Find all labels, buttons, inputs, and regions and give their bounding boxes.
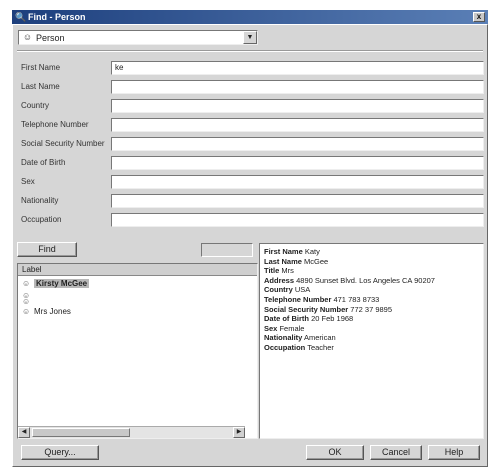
find-button[interactable]: Find [17, 242, 77, 257]
type-selector-value: Person [36, 33, 65, 43]
country-label: Country [21, 101, 50, 110]
person-icon: ☺ [22, 307, 31, 316]
help-button[interactable]: Help [428, 445, 480, 460]
status-field [201, 243, 253, 257]
horizontal-scrollbar[interactable]: ◀ ▶ [18, 426, 245, 438]
cancel-button[interactable]: Cancel [370, 445, 422, 460]
detail-key: Title [264, 266, 280, 276]
detail-key: Sex [264, 323, 278, 333]
telephone-number-field[interactable] [111, 118, 484, 132]
occupation-field[interactable] [111, 213, 484, 227]
list-item-label: Mrs Jones [34, 307, 71, 316]
window-titlebar[interactable]: 🔍 Find - Person x [12, 10, 488, 24]
scroll-left-icon[interactable]: ◀ [18, 427, 30, 438]
occupation-label: Occupation [21, 215, 62, 224]
list-item-label: Kirsty McGee [34, 279, 90, 288]
detail-value: McGee [304, 256, 329, 266]
country-field[interactable] [111, 99, 484, 113]
last-name-label: Last Name [21, 82, 60, 91]
detail-value: USA [294, 285, 311, 295]
list-item[interactable]: ☺ Mrs Jones [22, 306, 71, 318]
detail-key: Telephone Number [264, 294, 332, 304]
close-button[interactable]: x [473, 12, 485, 22]
person-icon: ☺ [22, 32, 33, 42]
detail-key: Country [264, 285, 293, 295]
detail-line: Telephone Number 471 783 8733 [264, 295, 479, 305]
person-details-panel: First Name Katy Last Name McGee Title Mr… [259, 243, 484, 439]
detail-value: Katy [304, 247, 320, 256]
social-security-number-field[interactable] [111, 137, 484, 151]
detail-line: Last Name McGee [264, 257, 479, 267]
detail-line: First Name Katy [264, 247, 479, 257]
date-of-birth-field[interactable] [111, 156, 484, 170]
detail-line: Occupation Teacher [264, 343, 479, 353]
detail-line: Date of Birth 20 Feb 1968 [264, 314, 479, 324]
detail-value: 20 Feb 1968 [311, 314, 354, 324]
detail-line: Country USA [264, 285, 479, 295]
detail-line: Sex Female [264, 324, 479, 334]
telephone-number-label: Telephone Number [21, 120, 89, 129]
detail-value: Mrs [281, 266, 294, 276]
detail-key: Date of Birth [264, 314, 309, 324]
detail-key: Address [264, 275, 295, 285]
detail-value: 471 783 8733 [333, 294, 380, 304]
detail-key: Occupation [264, 342, 306, 352]
detail-value: 4890 Sunset Blvd. Los Angeles CA 90207 [296, 275, 435, 285]
detail-value: Female [279, 323, 305, 333]
detail-line: Social Security Number 772 37 9895 [264, 305, 479, 315]
detail-line: Address 4890 Sunset Blvd. Los Angeles CA… [264, 276, 479, 286]
detail-key: Nationality [264, 333, 303, 343]
detail-value: 772 37 9895 [350, 304, 393, 314]
divider [17, 50, 483, 52]
list-column-header-label[interactable]: Label [18, 264, 257, 276]
magnifier-icon: 🔍 [15, 12, 27, 22]
chevron-down-icon[interactable]: ▼ [243, 31, 257, 44]
detail-value: Teacher [307, 342, 334, 352]
social-security-number-label: Social Security Number [21, 139, 105, 148]
type-selector-dropdown[interactable]: ☺ Person ▼ [18, 30, 258, 45]
detail-key: Social Security Number [264, 304, 349, 314]
nationality-label: Nationality [21, 196, 59, 205]
window-title: Find - Person [28, 12, 86, 22]
ok-button[interactable]: OK [306, 445, 364, 460]
find-person-dialog: ☺ Person ▼ First Name ke Last Name Count… [12, 24, 488, 467]
first-name-field[interactable]: ke [111, 61, 484, 75]
sex-field[interactable] [111, 175, 484, 189]
date-of-birth-label: Date of Birth [21, 158, 66, 167]
detail-value: American [304, 333, 336, 343]
query-button[interactable]: Query... [21, 445, 99, 460]
detail-key: First Name [264, 247, 303, 256]
nationality-field[interactable] [111, 194, 484, 208]
scrollbar-thumb[interactable] [32, 428, 130, 437]
scroll-right-icon[interactable]: ▶ [233, 427, 245, 438]
detail-key: Last Name [264, 256, 302, 266]
sex-label: Sex [21, 177, 35, 186]
last-name-field[interactable] [111, 80, 484, 94]
list-item[interactable]: ☺ Kirsty McGee [22, 278, 90, 290]
detail-line: Nationality American [264, 333, 479, 343]
detail-line: Title Mrs [264, 266, 479, 276]
person-icon: ☺ [22, 279, 31, 288]
first-name-label: First Name [21, 63, 61, 72]
results-list[interactable]: Label ☺ Kirsty McGee ☺ ☺ ☺ Mrs Jones ◀ ▶ [17, 263, 258, 439]
